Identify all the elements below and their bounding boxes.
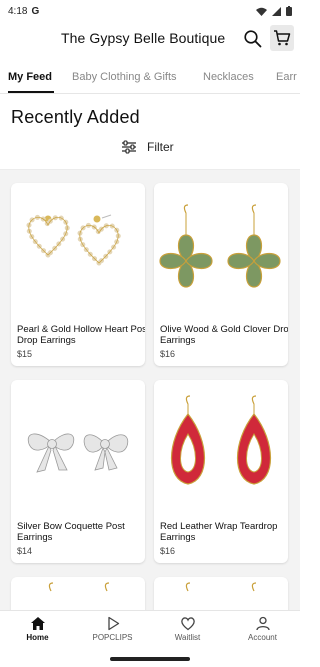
- product-name: Silver Bow Coquette Post Earrings: [17, 521, 125, 543]
- red-teardrop-earrings-image: [170, 395, 272, 485]
- product-grid: Pearl & Gold Hollow Heart Post Drop Earr…: [0, 170, 300, 637]
- pearl-heart-earrings-image: [26, 214, 121, 267]
- olive-clover-earrings-image: [159, 204, 281, 288]
- heart-icon: [180, 617, 195, 631]
- product-name: Olive Wood & Gold Clover Drop Earrings: [160, 324, 288, 346]
- tab-my-feed[interactable]: My Feed: [8, 71, 52, 83]
- nav-account[interactable]: Account: [225, 611, 300, 650]
- play-icon: [107, 616, 119, 631]
- tab-necklaces[interactable]: Necklaces: [203, 71, 254, 83]
- wifi-icon: [256, 7, 267, 16]
- nav-waitlist[interactable]: Waitlist: [150, 611, 225, 650]
- filter-sliders-icon: [122, 140, 136, 154]
- signal-icon: [272, 6, 281, 16]
- product-price: $16: [160, 349, 176, 359]
- nav-home[interactable]: Home: [0, 611, 75, 650]
- home-icon: [30, 617, 45, 630]
- nav-label: Account: [248, 633, 277, 642]
- filter-button[interactable]: Filter: [121, 140, 174, 154]
- tab-baby-clothing-gifts[interactable]: Baby Clothing & Gifts: [72, 71, 177, 83]
- product-card[interactable]: Red Leather Wrap Teardrop Earrings $16: [154, 380, 288, 563]
- bottom-nav: Home POPCLIPS Waitlist Account: [0, 610, 300, 650]
- filter-label: Filter: [147, 140, 174, 154]
- cart-button[interactable]: [270, 25, 294, 51]
- gesture-handle[interactable]: [110, 657, 190, 661]
- category-tabs: My Feed Baby Clothing & Gifts Necklaces …: [0, 62, 300, 94]
- tab-earrings[interactable]: Earr: [276, 71, 297, 83]
- product-card[interactable]: Silver Bow Coquette Post Earrings $14: [11, 380, 145, 563]
- search-icon: [244, 30, 262, 48]
- battery-icon: [286, 6, 292, 16]
- product-name: Red Leather Wrap Teardrop Earrings: [160, 521, 278, 543]
- active-tab-indicator: [8, 91, 54, 93]
- product-price: $15: [17, 349, 33, 359]
- status-bar: 4:18 G: [0, 0, 300, 22]
- nav-label: POPCLIPS: [92, 633, 133, 642]
- product-price: $14: [17, 546, 33, 556]
- nav-popclips[interactable]: POPCLIPS: [75, 611, 150, 650]
- person-icon: [255, 616, 270, 631]
- section-title: Recently Added: [11, 107, 140, 127]
- search-button[interactable]: [243, 29, 263, 49]
- product-card[interactable]: Olive Wood & Gold Clover Drop Earrings $…: [154, 183, 288, 366]
- product-card[interactable]: Pearl & Gold Hollow Heart Post Drop Earr…: [11, 183, 145, 366]
- status-time: 4:18: [8, 5, 28, 17]
- nav-label: Home: [26, 633, 49, 642]
- app-header: The Gypsy Belle Boutique: [0, 22, 300, 56]
- product-name: Pearl & Gold Hollow Heart Post Drop Earr…: [17, 324, 145, 346]
- store-title: The Gypsy Belle Boutique: [61, 30, 226, 46]
- gesture-area: [0, 650, 300, 667]
- silver-bow-earrings-image: [27, 433, 129, 473]
- nav-label: Waitlist: [174, 633, 201, 642]
- product-price: $16: [160, 546, 176, 556]
- google-icon: G: [31, 5, 40, 17]
- cart-icon: [274, 30, 291, 46]
